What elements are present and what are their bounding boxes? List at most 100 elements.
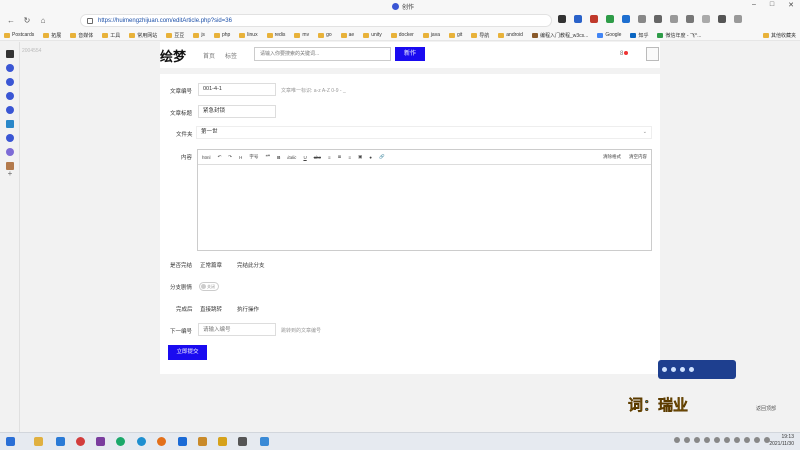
tray-icon[interactable] <box>704 437 710 443</box>
bookmark-item[interactable]: git <box>448 32 462 38</box>
option-direct-jump[interactable]: 直接跳转 <box>200 305 222 313</box>
clear-format-button[interactable]: 清除格式 <box>603 154 621 160</box>
extension-icon[interactable] <box>622 15 630 23</box>
favorites-icon[interactable] <box>670 15 678 23</box>
undo-icon[interactable]: ↶ <box>218 154 222 160</box>
media-icon[interactable] <box>671 367 676 372</box>
extension-icon[interactable] <box>638 15 646 23</box>
start-icon[interactable] <box>6 437 15 446</box>
site-icon[interactable] <box>6 64 14 72</box>
strikethrough-button[interactable]: abc <box>314 155 321 160</box>
bookmark-item[interactable]: ae <box>340 32 354 38</box>
history-icon[interactable] <box>702 15 710 23</box>
app-icon[interactable] <box>260 437 269 446</box>
option-execute-action[interactable]: 执行操作 <box>237 305 259 313</box>
tray-icon[interactable] <box>724 437 730 443</box>
app-icon[interactable] <box>178 437 187 446</box>
tray-icon[interactable] <box>694 437 700 443</box>
bookmark-item[interactable]: redis <box>266 32 285 38</box>
option-end-branch[interactable]: 完结此分支 <box>237 261 265 269</box>
bookmark-item[interactable]: 音媒体 <box>70 32 93 39</box>
site-icon[interactable] <box>6 92 14 100</box>
chrome-icon[interactable] <box>76 437 85 446</box>
bookmark-item[interactable]: Google <box>597 32 621 38</box>
article-title-input[interactable]: 紧急封锁 <box>198 105 276 118</box>
bold-button[interactable]: B <box>277 155 280 160</box>
search-input[interactable] <box>254 47 391 61</box>
edge-icon[interactable] <box>137 437 146 446</box>
clear-content-button[interactable]: 清空内容 <box>629 154 647 160</box>
site-icon[interactable] <box>6 106 14 114</box>
font-size-button[interactable]: 字号 <box>249 154 258 160</box>
explorer-icon[interactable] <box>34 437 43 446</box>
submit-button[interactable]: 立即提交 <box>168 345 207 360</box>
app-icon[interactable] <box>218 437 227 446</box>
image-icon[interactable]: ▣ <box>358 154 362 160</box>
site-icon[interactable] <box>6 134 14 142</box>
site-logo[interactable]: 绘梦 <box>160 46 186 65</box>
media-icon[interactable] <box>662 367 667 372</box>
home-icon[interactable]: ⌂ <box>38 16 48 26</box>
extension-icon[interactable] <box>654 15 662 23</box>
tabs-icon[interactable] <box>6 50 14 58</box>
firefox-icon[interactable] <box>157 437 166 446</box>
minimize-icon[interactable]: – <box>752 1 756 9</box>
tray-icon[interactable] <box>674 437 680 443</box>
new-article-button[interactable]: 新作 <box>395 47 425 61</box>
branch-toggle[interactable]: 关闭 <box>199 282 219 291</box>
heading-button[interactable]: H <box>239 155 242 160</box>
tray-icon[interactable] <box>744 437 750 443</box>
bookmark-item[interactable]: php <box>213 32 230 38</box>
back-icon[interactable]: ← <box>6 16 16 26</box>
bookmark-item[interactable]: java <box>422 32 440 38</box>
vscode-icon[interactable] <box>56 437 65 446</box>
extension-icon[interactable] <box>606 15 614 23</box>
menu-icon[interactable] <box>734 15 742 23</box>
clock[interactable]: 19:13 2021/11/30 <box>769 434 794 448</box>
gear-icon[interactable] <box>6 148 14 156</box>
quote-icon[interactable]: ❝❞ <box>265 154 270 160</box>
article-id-input[interactable]: 001-4-1 <box>198 83 276 96</box>
tray-icon[interactable] <box>684 437 690 443</box>
app-icon[interactable] <box>6 120 14 128</box>
tray-icon[interactable] <box>714 437 720 443</box>
bookmark-item[interactable]: linux <box>239 32 258 38</box>
maximize-icon[interactable]: □ <box>770 1 774 9</box>
video-icon[interactable]: ● <box>369 155 372 160</box>
bookmark-item[interactable]: unity <box>363 32 382 38</box>
tab-title[interactable]: 创作 <box>392 2 414 11</box>
other-bookmarks[interactable]: 其他收藏夹 <box>762 32 796 39</box>
bookmark-item[interactable]: 拓展 <box>43 32 61 39</box>
bookmark-item[interactable]: 常用网站 <box>129 32 157 39</box>
html-mode-button[interactable]: html <box>202 155 211 160</box>
bookmark-item[interactable]: 知乎 <box>630 32 648 39</box>
extension-icon[interactable] <box>558 15 566 23</box>
avatar[interactable] <box>646 47 659 61</box>
media-icon[interactable] <box>689 367 694 372</box>
app-icon[interactable] <box>116 437 125 446</box>
app-icon[interactable] <box>198 437 207 446</box>
nav-home[interactable]: 首页 <box>203 51 215 60</box>
collections-icon[interactable] <box>686 15 694 23</box>
redo-icon[interactable]: ↷ <box>228 154 232 160</box>
link-icon[interactable]: 🔗 <box>379 154 385 160</box>
site-icon[interactable] <box>6 78 14 86</box>
notification-badge[interactable]: 8 <box>620 51 629 57</box>
bookmark-item[interactable]: 微信年度 - 飞^... <box>657 32 701 39</box>
add-icon[interactable]: + <box>6 170 14 178</box>
bookmark-item[interactable]: mv <box>294 32 309 38</box>
tray-icon[interactable] <box>734 437 740 443</box>
editor-body[interactable] <box>198 165 651 250</box>
bookmark-item[interactable]: 导航 <box>471 32 489 39</box>
close-icon[interactable]: ✕ <box>788 1 794 9</box>
bookmark-item[interactable]: 编程入门教程_w3cs... <box>531 32 588 39</box>
extension-icon[interactable] <box>590 15 598 23</box>
bookmark-item[interactable]: Postcards <box>4 32 34 38</box>
align-center-icon[interactable]: ≣ <box>338 154 342 160</box>
profile-icon[interactable] <box>718 15 726 23</box>
bookmark-item[interactable]: android <box>498 32 523 38</box>
refresh-icon[interactable]: ↻ <box>22 16 32 26</box>
app-icon[interactable] <box>238 437 247 446</box>
bookmark-item[interactable]: 工具 <box>102 32 120 39</box>
bookmark-item[interactable]: docker <box>390 32 414 38</box>
